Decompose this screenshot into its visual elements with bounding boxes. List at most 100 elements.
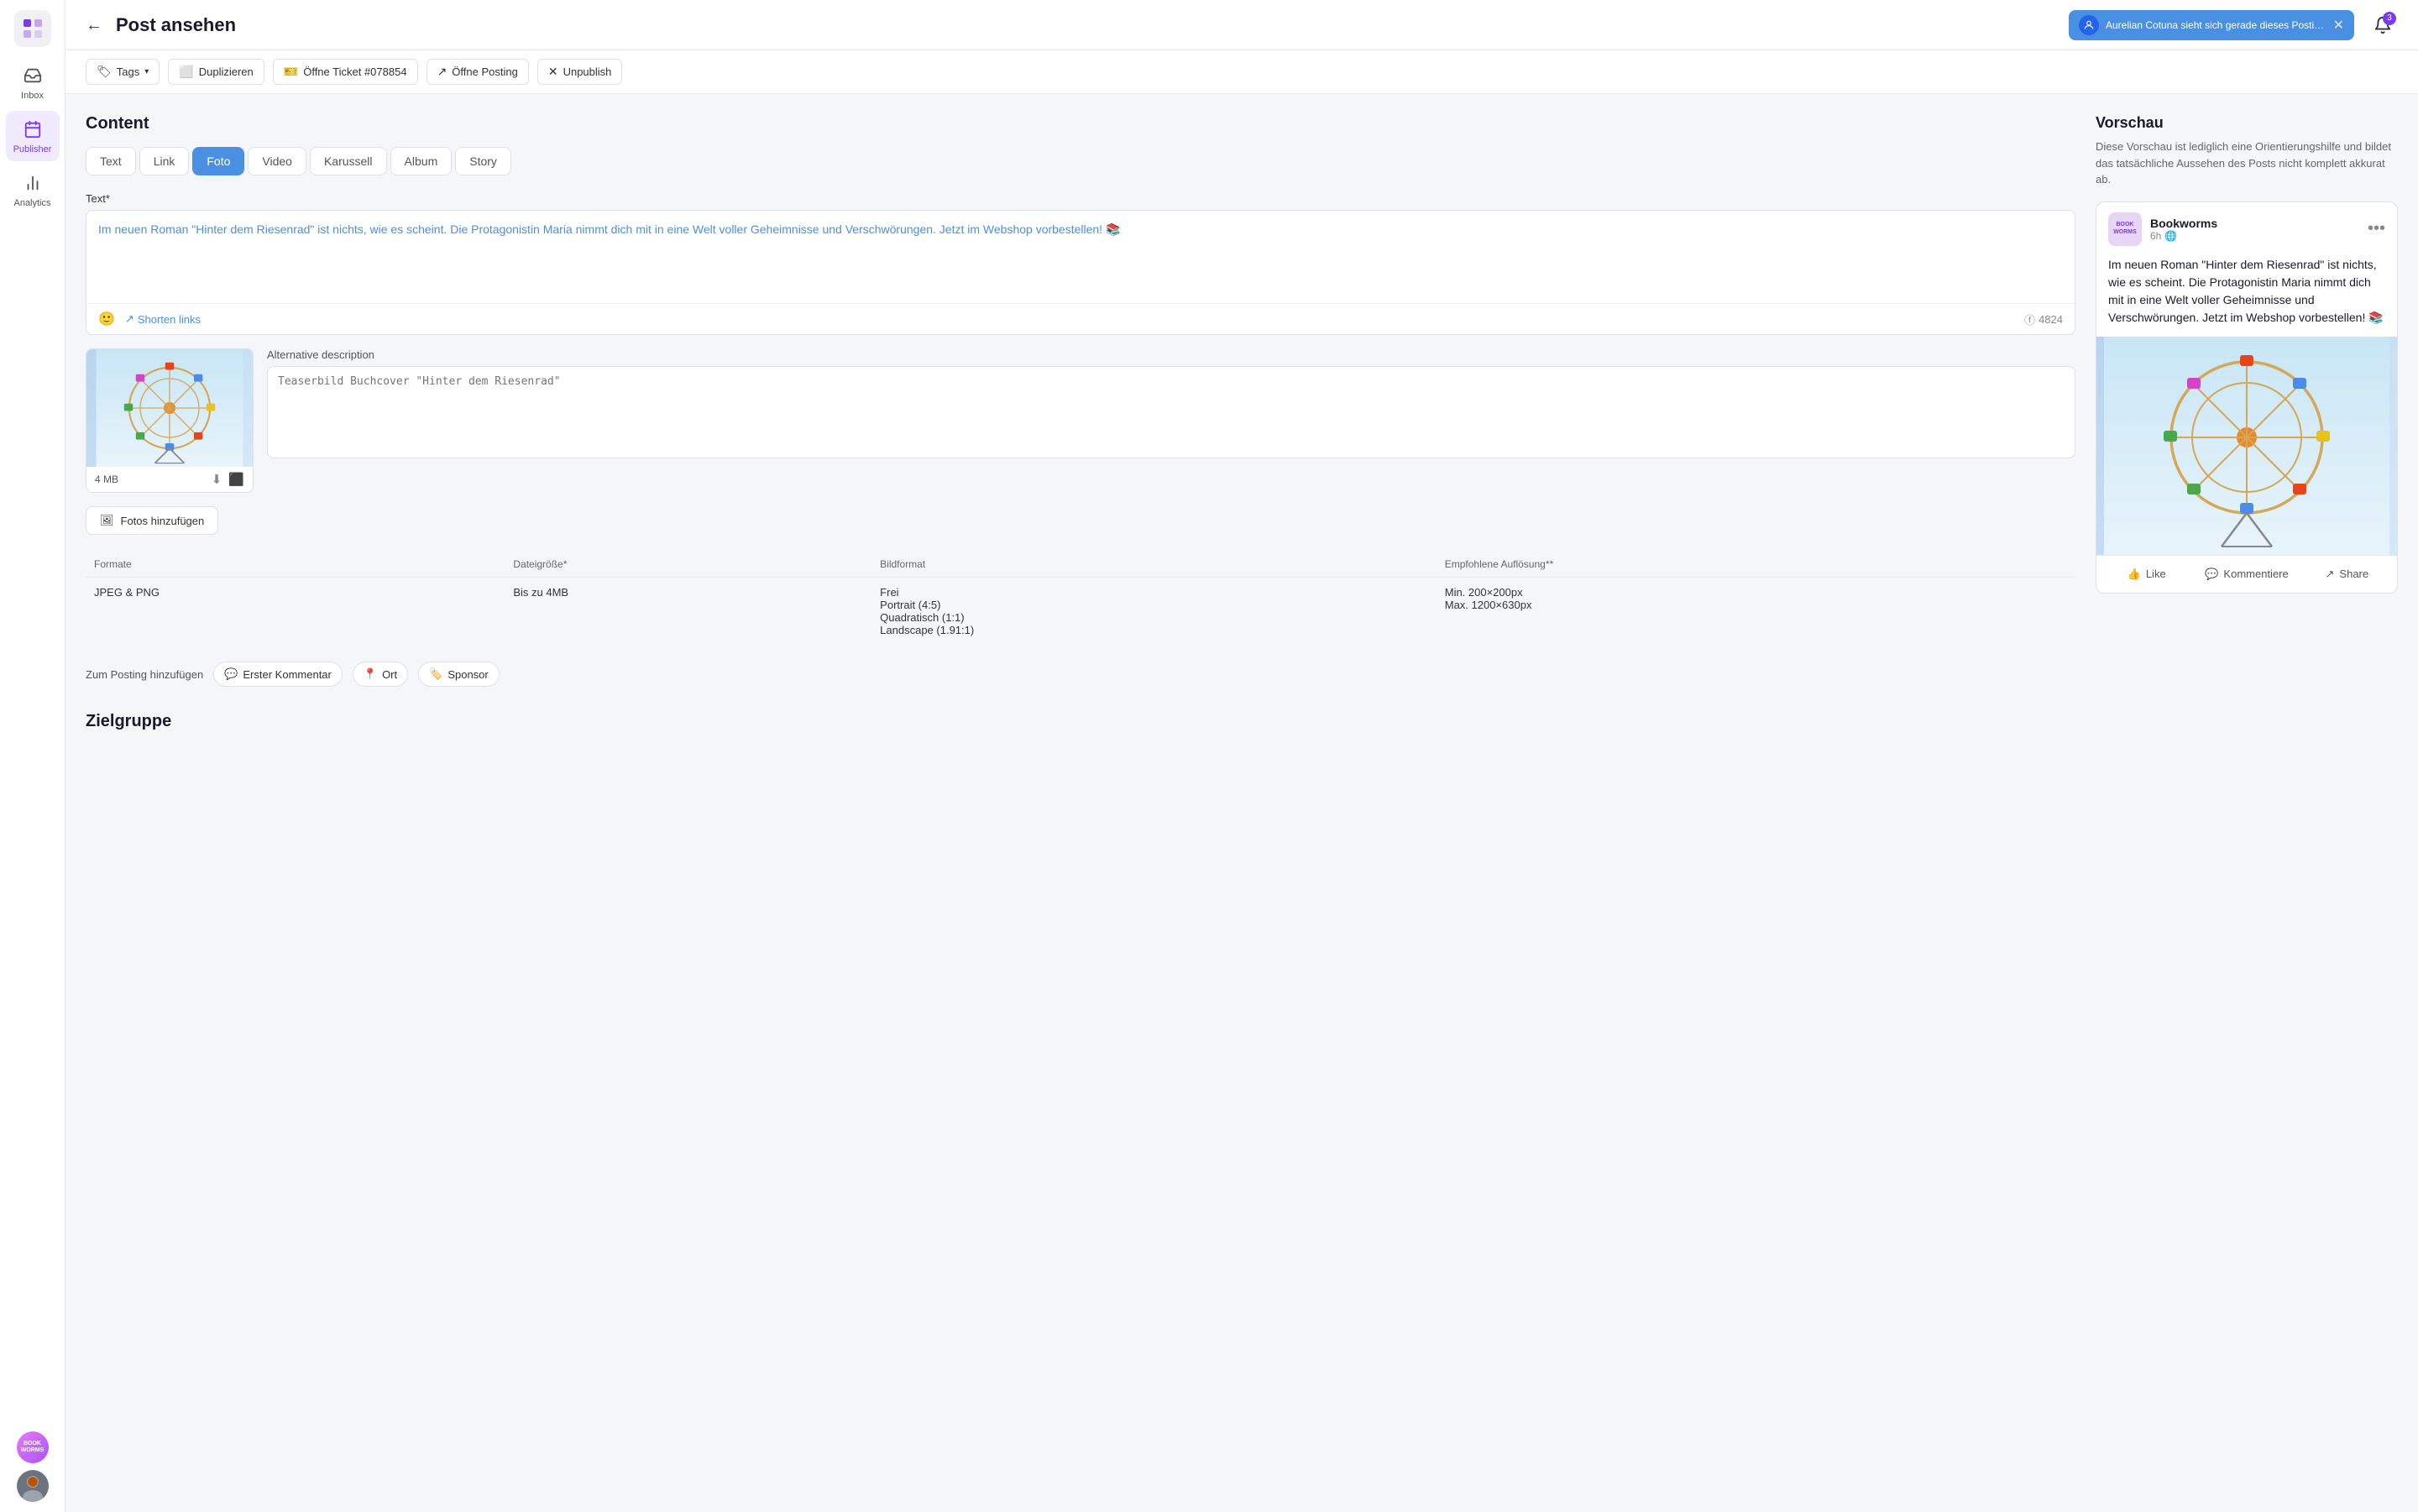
emoji-icon[interactable]: 🙂 [98, 311, 115, 327]
share-icon: ↗ [2326, 568, 2335, 581]
first-comment-button[interactable]: 💬 Erster Kommentar [213, 662, 343, 687]
tab-foto[interactable]: Foto [192, 147, 244, 175]
size-cell: Bis zu 4MB [505, 578, 871, 646]
tab-link[interactable]: Link [139, 147, 190, 175]
alt-text-wrapper: Alternative description [267, 348, 2075, 461]
facebook-icon: ⓕ [2024, 311, 2035, 327]
external-link-icon: ↗ [437, 65, 447, 79]
ort-button[interactable]: 📍 Ort [353, 662, 408, 687]
formats-table: Formate Dateigröße* Bildformat Empfohlen… [86, 552, 2075, 645]
sidebar-item-analytics[interactable]: Analytics [6, 165, 60, 215]
preview-account-avatar: BOOKWORMS [2108, 212, 2142, 246]
preview-time: 6h 🌐 [2150, 230, 2368, 242]
preview-title: Vorschau [2096, 114, 2398, 132]
sidebar-item-inbox-label: Inbox [21, 91, 44, 101]
actionbar: 🏷 Tags ▾ ⬜ Duplizieren 🎫 Öffne Ticket #0… [65, 50, 2418, 94]
table-row: JPEG & PNG Bis zu 4MB Frei Portrait (4:5… [86, 578, 2075, 646]
col-auflösung: Empfohlene Auflösung** [1437, 552, 2075, 578]
sponsor-icon: 🏷️ [429, 667, 442, 681]
back-button[interactable]: ← [86, 17, 102, 34]
main-content: ← Post ansehen Aurelian Cotuna sieht sic… [65, 0, 2418, 1512]
add-photo-icon: 🖼 [100, 514, 114, 527]
text-content: Im neuen Roman "Hinter dem Riesenrad" is… [98, 221, 2063, 238]
alt-text-label: Alternative description [267, 348, 2075, 361]
sidebar-item-inbox[interactable]: Inbox [6, 57, 60, 107]
image-format-cell: Frei Portrait (4:5) Quadratisch (1:1) La… [871, 578, 1437, 646]
image-size: 4 MB [95, 473, 118, 485]
tag-icon: 🏷 [97, 65, 112, 79]
format-cell: JPEG & PNG [86, 578, 505, 646]
sponsor-button[interactable]: 🏷️ Sponsor [418, 662, 500, 687]
like-button[interactable]: 👍 Like [2096, 562, 2196, 586]
app-logo[interactable] [14, 10, 51, 47]
zielgruppe-title: Zielgruppe [86, 712, 2075, 731]
preview-actions: 👍 Like 💬 Kommentiere ↗ Share [2096, 555, 2397, 593]
share-button[interactable]: ↗ Share [2297, 562, 2397, 586]
image-actions: ⬇ ⬛ [212, 472, 244, 487]
page-body: Content Text Link Foto Video Karussell A… [65, 94, 2418, 1512]
sidebar-item-analytics-label: Analytics [13, 198, 50, 208]
preview-post-image [2096, 337, 2397, 555]
add-photos-button[interactable]: 🖼 Fotos hinzufügen [86, 506, 218, 535]
ticket-icon: 🎫 [284, 65, 298, 79]
text-field-label: Text* [86, 192, 2075, 205]
first-comment-icon: 💬 [224, 667, 238, 681]
preview-panel: Vorschau Diese Vorschau ist lediglich ei… [2096, 114, 2398, 1492]
preview-more-icon[interactable]: ••• [2368, 219, 2385, 238]
text-area-wrapper: Im neuen Roman "Hinter dem Riesenrad" is… [86, 210, 2075, 335]
text-area-inner[interactable]: Im neuen Roman "Hinter dem Riesenrad" is… [86, 211, 2075, 303]
tab-story[interactable]: Story [455, 147, 511, 175]
bell-button[interactable]: 3 [2368, 10, 2398, 40]
comment-icon: 💬 [2205, 568, 2218, 581]
content-section-title: Content [86, 114, 2075, 133]
ticket-button[interactable]: 🎫 Öffne Ticket #078854 [273, 59, 418, 85]
shorten-links-btn[interactable]: ↗ Shorten links [125, 312, 201, 326]
comment-button[interactable]: 💬 Kommentiere [2196, 562, 2296, 586]
text-toolbar-left: 🙂 ↗ Shorten links [98, 311, 201, 327]
notification-bar: Aurelian Cotuna sieht sich gerade dieses… [2069, 10, 2354, 40]
tab-text[interactable]: Text [86, 147, 136, 175]
unpublish-button[interactable]: ✕ Unpublish [537, 59, 623, 85]
tags-chevron-icon: ▾ [144, 67, 149, 76]
calendar-icon [21, 118, 44, 141]
add-to-label: Zum Posting hinzufügen [86, 668, 203, 681]
sidebar-avatars: BOOKWORMS [17, 1431, 49, 1502]
col-formate: Formate [86, 552, 505, 578]
tab-video[interactable]: Video [248, 147, 306, 175]
sidebar-item-publisher[interactable]: Publisher [6, 111, 60, 161]
notification-text: Aurelian Cotuna sieht sich gerade dieses… [2106, 19, 2326, 31]
open-posting-button[interactable]: ↗ Öffne Posting [427, 59, 529, 85]
text-toolbar: 🙂 ↗ Shorten links ⓕ 4824 [86, 303, 2075, 334]
col-bildformat: Bildformat [871, 552, 1437, 578]
preview-card: BOOKWORMS Bookworms 6h 🌐 ••• Im neuen Ro… [2096, 201, 2398, 594]
download-icon[interactable]: ⬇ [212, 472, 222, 487]
image-meta: 4 MB ⬇ ⬛ [86, 467, 253, 492]
notification-close[interactable]: ✕ [2333, 17, 2344, 34]
user-avatar[interactable] [17, 1470, 49, 1502]
image-row: 4 MB ⬇ ⬛ Alternative description [86, 348, 2075, 493]
ort-icon: 📍 [364, 667, 377, 681]
duplicate-button[interactable]: ⬜ Duplizieren [168, 59, 264, 85]
unpublish-icon: ✕ [548, 65, 558, 79]
notif-avatar [2079, 15, 2099, 35]
image-thumb-wrapper: 4 MB ⬇ ⬛ [86, 348, 254, 493]
tab-album[interactable]: Album [390, 147, 453, 175]
like-icon: 👍 [2128, 568, 2141, 581]
tab-karussell[interactable]: Karussell [310, 147, 387, 175]
content-tabs: Text Link Foto Video Karussell Album Sto… [86, 147, 2075, 175]
sidebar-item-publisher-label: Publisher [13, 144, 52, 154]
bar-chart-icon [21, 171, 44, 195]
alt-text-input[interactable] [267, 366, 2075, 458]
preview-post-text: Im neuen Roman "Hinter dem Riesenrad" is… [2096, 256, 2397, 337]
preview-card-header: BOOKWORMS Bookworms 6h 🌐 ••• [2096, 202, 2397, 256]
copy-icon: ⬜ [179, 65, 193, 79]
bookworms-avatar[interactable]: BOOKWORMS [17, 1431, 49, 1463]
tags-button[interactable]: 🏷 Tags ▾ [86, 59, 160, 85]
link-icon: ↗ [125, 312, 134, 326]
page-title: Post ansehen [116, 14, 2055, 36]
image-thumbnail[interactable] [86, 349, 253, 467]
edit-image-icon[interactable]: ⬛ [228, 472, 244, 487]
sidebar: Inbox Publisher Analytics [0, 0, 65, 1512]
preview-meta: Bookworms 6h 🌐 [2150, 217, 2368, 242]
preview-account-name: Bookworms [2150, 217, 2368, 230]
